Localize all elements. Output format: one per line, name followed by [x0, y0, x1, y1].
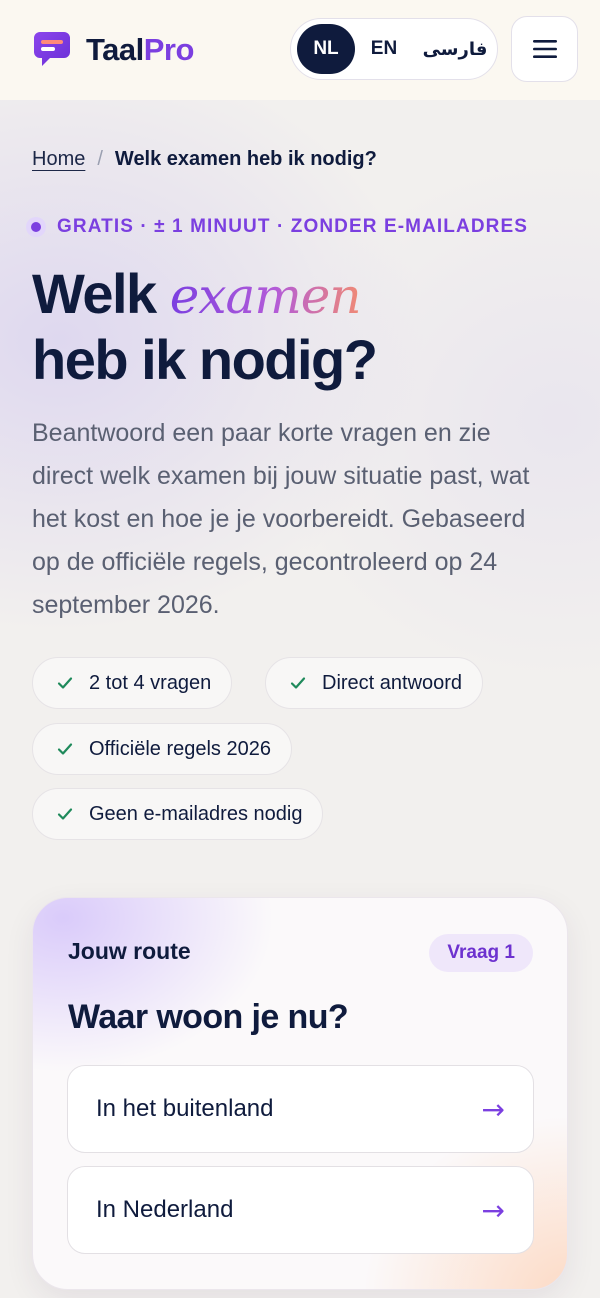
feature-chip: Officiële regels 2026 [32, 723, 292, 775]
title-line2: heb ik nodig? [32, 328, 378, 391]
chat-bubble-logo-icon [34, 32, 70, 66]
brand-logo[interactable]: TaalPro [32, 30, 194, 70]
feature-chip: Direct antwoord [265, 657, 484, 709]
route-card-label: Jouw route [68, 938, 191, 964]
menu-button[interactable] [511, 16, 578, 82]
title-prefix: Welk [32, 262, 157, 325]
language-switcher: NL EN فارسی [290, 18, 498, 80]
answer-option-abroad[interactable]: In het buitenland → [67, 1065, 534, 1153]
route-question: Waar woon je nu? [68, 998, 349, 1036]
eyebrow: GRATIS · ± 1 MINUUT · ZONDER E-MAILADRES [26, 216, 528, 238]
route-card: Jouw route Vraag 1 Waar woon je nu? In h… [32, 897, 568, 1290]
chip-label: 2 tot 4 vragen [89, 671, 212, 694]
question-step-badge: Vraag 1 [429, 934, 533, 972]
check-icon [57, 677, 73, 689]
breadcrumb-current: Welk examen heb ik nodig? [114, 148, 377, 170]
dot-icon [26, 217, 46, 237]
check-icon [57, 808, 73, 820]
chip-label: Direct antwoord [322, 671, 463, 694]
intro-paragraph: Beantwoord een paar korte vragen en zie … [32, 419, 530, 619]
answer-option-label: In het buitenland [96, 1095, 274, 1122]
check-icon [290, 677, 306, 689]
answer-option-label: In Nederland [96, 1196, 234, 1223]
feature-chip: 2 tot 4 vragen [32, 657, 233, 709]
brand-name-part2: Pro [143, 32, 195, 67]
language-option-fa[interactable]: فارسی [417, 24, 493, 74]
hamburger-menu-icon [532, 40, 557, 58]
language-option-en[interactable]: EN [355, 24, 413, 74]
language-option-nl[interactable]: NL [297, 24, 355, 74]
title-accent: examen [169, 267, 362, 325]
eyebrow-text: GRATIS · ± 1 MINUUT · ZONDER E-MAILADRES [57, 216, 529, 237]
brand-name-part1: Taal [86, 32, 144, 67]
breadcrumb-separator: / [97, 148, 103, 170]
chip-label: Officiële regels 2026 [89, 737, 271, 760]
arrow-right-icon: → [481, 1092, 505, 1126]
check-icon [57, 743, 73, 755]
page-title: Welk examen heb ik nodig? [32, 262, 378, 392]
site-header: TaalPro NL EN فارسی [0, 0, 600, 100]
brand-name: TaalPro [86, 32, 194, 68]
chip-label: Geen e-mailadres nodig [89, 802, 303, 825]
arrow-right-icon: → [481, 1193, 505, 1227]
breadcrumb-home-link[interactable]: Home [32, 148, 85, 171]
feature-chip: Geen e-mailadres nodig [32, 788, 324, 840]
answer-option-netherlands[interactable]: In Nederland → [67, 1166, 534, 1254]
breadcrumb: Home / Welk examen heb ik nodig? [32, 148, 377, 171]
